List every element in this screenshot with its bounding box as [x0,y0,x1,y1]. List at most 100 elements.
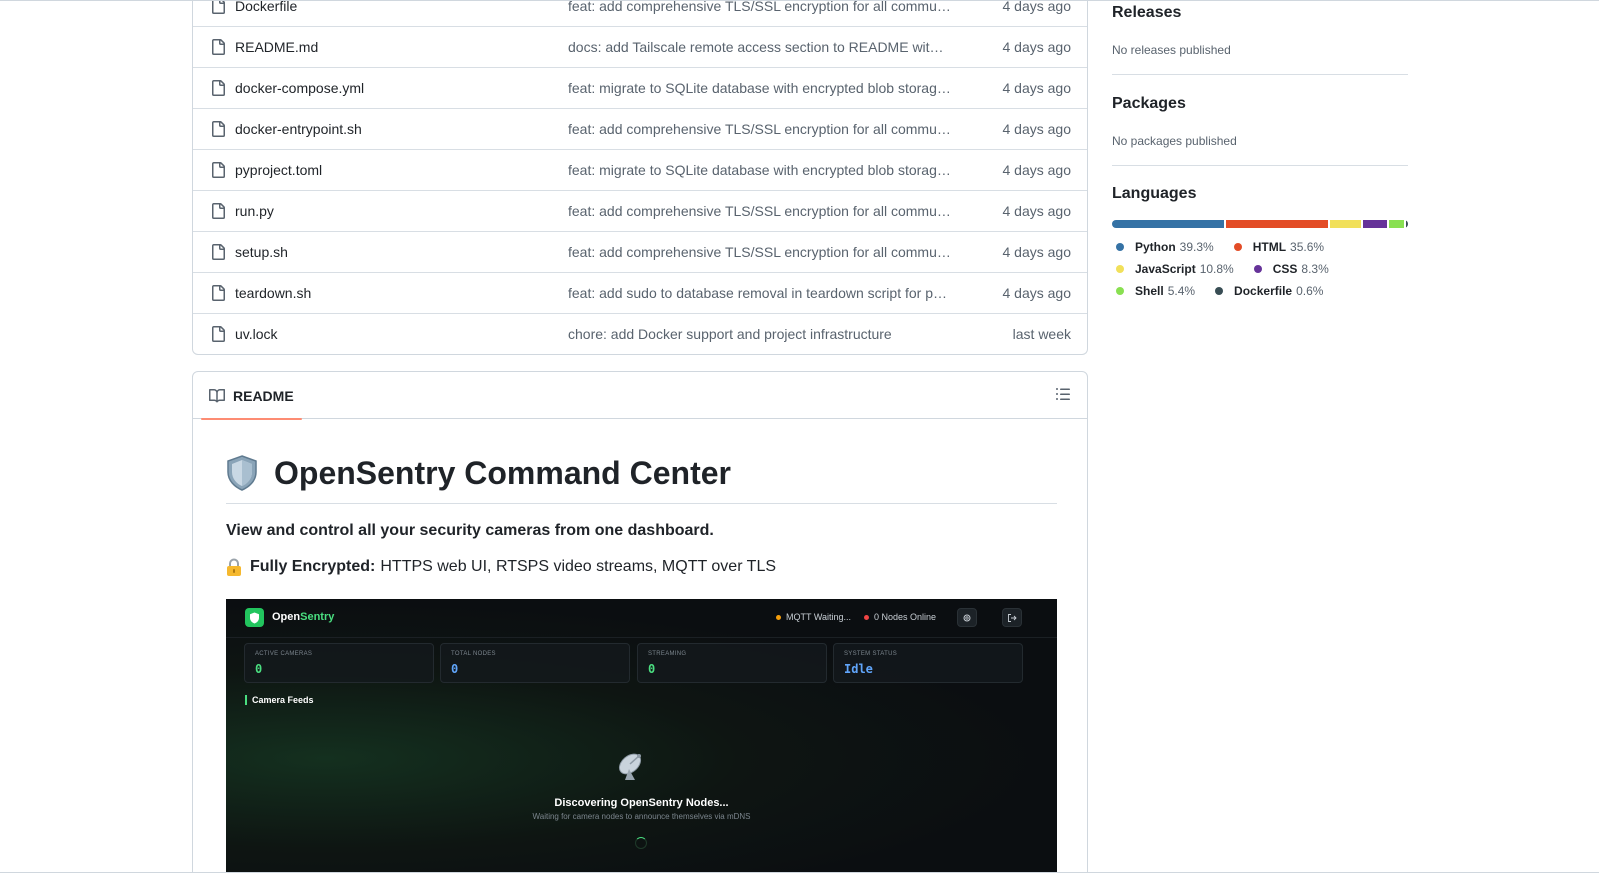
commit-date: 4 days ago [1002,39,1072,55]
packages-section: Packages No packages published [1112,75,1408,166]
stat-card: SYSTEM STATUS Idle [833,643,1023,683]
releases-title[interactable]: Releases [1112,4,1408,22]
mqtt-status-dot [776,614,781,620]
file-name-link[interactable]: setup.sh [235,244,568,260]
dashboard-brand: OpenSentry [272,611,334,623]
discover-subtitle: Waiting for camera nodes to announce the… [532,812,751,821]
commit-message-link[interactable]: feat: migrate to SQLite database with en… [568,162,961,178]
language-name: Python [1135,240,1176,254]
satellite-dish-icon [615,749,649,783]
stat-value: 0 [648,662,656,676]
file-row: README.md docs: add Tailscale remote acce… [193,26,1087,67]
commit-date: 4 days ago [1002,162,1072,178]
readme-title-text: OpenSentry Command Center [274,455,731,491]
language-color-dot [1253,265,1262,273]
stat-label: ACTIVE CAMERAS [255,651,313,657]
commit-message-link[interactable]: chore: add Docker support and project in… [568,326,961,342]
languages-bar [1112,220,1408,228]
language-color-dot [1233,243,1242,251]
file-row: run.py feat: add comprehensive TLS/SSL en… [193,190,1087,231]
file-name-link[interactable]: docker-entrypoint.sh [235,121,568,137]
readme-subtitle: View and control all your security camer… [226,522,714,539]
commit-message-link[interactable]: feat: migrate to SQLite database with en… [568,80,961,96]
nodes-status-dot [864,614,869,620]
language-item[interactable]: CSS 8.3% [1253,258,1329,280]
file-name-link[interactable]: docker-compose.yml [235,80,568,96]
language-name: HTML [1252,240,1287,254]
commit-date: last week [1012,326,1071,342]
language-name: CSS [1272,262,1298,276]
file-name-link[interactable]: pyproject.toml [235,162,568,178]
logout-icon [1002,608,1022,627]
commit-message-link[interactable]: feat: add comprehensive TLS/SSL encrypti… [568,121,961,137]
discover-title: Discovering OpenSentry Nodes... [554,797,729,809]
file-name-link[interactable]: run.py [235,203,568,219]
languages-section: Languages Python 39.3% HTML 35.6% JavaScript… [1112,166,1408,302]
shield-icon [226,455,258,491]
lock-icon [226,558,242,576]
readme-encrypted-line: Fully Encrypted: HTTPS web UI, RTSPS vid… [226,558,1057,576]
commit-message-link[interactable]: feat: add comprehensive TLS/SSL encrypti… [568,1,961,14]
language-bar-segment [1112,220,1225,228]
file-name-link[interactable]: teardown.sh [235,285,568,301]
stat-value: 0 [451,662,459,676]
file-icon [210,162,226,178]
language-color-dot [1215,287,1224,295]
file-row: Dockerfile feat: add comprehensive TLS/SS… [193,1,1087,26]
file-icon [210,326,226,342]
encrypted-text: HTTPS web UI, RTSPS video streams, MQTT … [380,558,777,575]
language-bar-segment [1330,220,1361,228]
commit-message-link[interactable]: feat: add comprehensive TLS/SSL encrypti… [568,244,961,260]
language-item[interactable]: Shell 5.4% [1116,280,1195,302]
commit-message-link[interactable]: docs: add Tailscale remote access sectio… [568,39,961,55]
languages-list: Python 39.3% HTML 35.6% JavaScript 10.8% CSS 8.… [1112,236,1408,302]
packages-title[interactable]: Packages [1112,95,1408,113]
commit-date: 4 days ago [1002,80,1072,96]
mqtt-status-text: MQTT Waiting... [786,612,852,622]
releases-text: No releases published [1112,43,1231,57]
language-percent: 39.3% [1179,240,1214,254]
mqtt-status: MQTT Waiting... [776,612,851,622]
file-icon [210,39,226,55]
language-percent: 35.6% [1290,240,1325,254]
book-icon [209,388,225,404]
file-icon [210,244,226,260]
language-percent: 5.4% [1167,284,1196,298]
commit-message-link[interactable]: feat: add sudo to database removal in te… [568,285,961,301]
language-color-dot [1116,265,1124,273]
nodes-status-text: 0 Nodes Online [874,612,937,622]
file-icon [210,1,226,14]
dashboard-topbar: OpenSentry MQTT Waiting... 0 Nodes Onlin… [226,599,1057,638]
file-icon [210,285,226,301]
stat-label: SYSTEM STATUS [844,651,898,657]
language-percent: 0.6% [1296,284,1324,298]
language-item[interactable]: JavaScript 10.8% [1116,258,1234,280]
stat-label: STREAMING [648,651,687,657]
file-name-link[interactable]: uv.lock [235,326,568,342]
file-row: setup.sh feat: add comprehensive TLS/SSL … [193,231,1087,272]
dashboard-screenshot: OpenSentry MQTT Waiting... 0 Nodes Onlin… [226,599,1057,873]
file-name-link[interactable]: Dockerfile [235,1,568,14]
stat-card: STREAMING 0 [637,643,827,683]
file-row: teardown.sh feat: add sudo to database re… [193,272,1087,313]
shield-logo-icon [245,608,264,627]
sidebar: Releases No releases published Packages … [1112,1,1408,302]
commit-date: 4 days ago [1002,203,1072,219]
language-item[interactable]: Python 39.3% [1116,236,1214,258]
stat-card: ACTIVE CAMERAS 0 [244,643,434,683]
readme-tab[interactable]: README [201,372,302,420]
language-bar-segment [1226,220,1329,228]
language-bar-segment [1362,220,1387,228]
file-name-link[interactable]: README.md [235,39,568,55]
commit-date: 4 days ago [1002,244,1072,260]
commit-message-link[interactable]: feat: add comprehensive TLS/SSL encrypti… [568,203,961,219]
language-item[interactable]: HTML 35.6% [1233,236,1325,258]
language-item[interactable]: Dockerfile 0.6% [1215,280,1323,302]
readme-body: OpenSentry Command Center View and contr… [226,419,1057,576]
language-bar-segment [1388,220,1404,228]
language-color-dot [1116,287,1124,295]
stat-card: TOTAL NODES 0 [440,643,630,683]
readme-tab-label: README [233,387,294,404]
outline-menu-icon[interactable] [1055,386,1073,404]
stat-value: 0 [255,662,263,676]
